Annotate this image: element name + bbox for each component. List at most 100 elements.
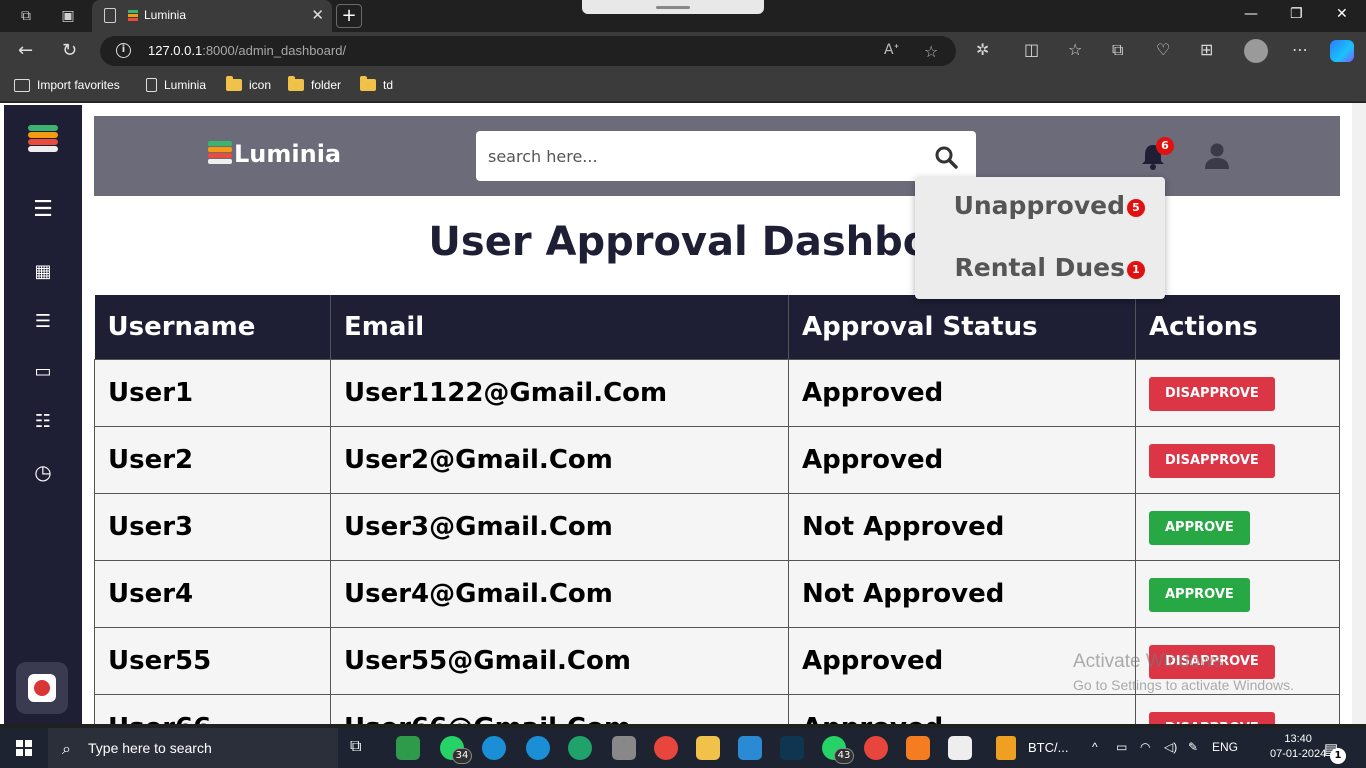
user-profile-icon[interactable] xyxy=(1204,142,1230,170)
restore-icon[interactable]: ❐ xyxy=(1290,6,1303,22)
favorite-import[interactable]: Import favorites xyxy=(14,78,120,92)
new-tab-button[interactable]: + xyxy=(336,4,362,28)
favorite-luminia[interactable]: Luminia xyxy=(146,78,206,92)
brand-name: Luminia xyxy=(234,140,342,168)
url-text: 127.0.0.1:8000/admin_dashboard/ xyxy=(148,43,347,58)
volume-icon[interactable]: ◁) xyxy=(1164,740,1177,754)
cell-email: User55@Gmail.Com xyxy=(330,626,789,695)
dropdown-item-unapproved[interactable]: Unapproved xyxy=(954,191,1125,220)
pen-icon[interactable]: ✎ xyxy=(1188,740,1198,754)
task-view-icon[interactable]: ⧉ xyxy=(350,736,374,760)
scrollbar[interactable] xyxy=(1352,103,1366,724)
book-icon[interactable]: ▭ xyxy=(30,359,56,385)
address-bar[interactable]: i 127.0.0.1:8000/admin_dashboard/ Aᐩ ☆ xyxy=(100,36,956,66)
search-icon[interactable] xyxy=(934,145,958,169)
minimize-icon[interactable]: — xyxy=(1244,6,1258,22)
xampp-icon[interactable] xyxy=(906,736,930,760)
language-indicator[interactable]: ENG xyxy=(1212,740,1238,754)
copilot-icon[interactable] xyxy=(1330,40,1354,62)
collections-icon[interactable]: ⧉ xyxy=(1112,40,1123,60)
terminal-icon[interactable] xyxy=(780,736,804,760)
menu-icon[interactable]: ☰ xyxy=(30,197,56,223)
layers-icon[interactable]: ☰ xyxy=(30,309,56,335)
history-clock-icon[interactable]: ◷ xyxy=(30,459,56,485)
split-screen-icon[interactable]: ◫ xyxy=(1024,40,1039,59)
system-clock[interactable]: 13:40 07-01-2024 xyxy=(1270,732,1326,762)
watermark-line1: Activate Windows xyxy=(1073,651,1223,672)
show-hidden-icons-icon[interactable]: ^ xyxy=(1092,740,1098,754)
column-header-status: Approval Status xyxy=(788,295,1136,359)
browser-tab[interactable]: Luminia ✕ xyxy=(92,0,332,32)
edge-dev-icon[interactable] xyxy=(568,736,592,760)
close-tab-icon[interactable]: ✕ xyxy=(311,6,324,24)
workspaces-icon[interactable]: ⧉ xyxy=(16,6,36,26)
cell-username: User2 xyxy=(94,425,331,494)
site-info-icon[interactable]: i xyxy=(116,43,131,58)
clock-date: 07-01-2024 xyxy=(1270,748,1327,760)
vscode-icon[interactable] xyxy=(738,736,762,760)
cell-username: User1 xyxy=(94,358,331,427)
btc-icon[interactable] xyxy=(996,736,1016,760)
user-list-icon[interactable]: ☷ xyxy=(30,409,56,435)
cell-actions: APPROVE xyxy=(1135,492,1340,561)
disapprove-button[interactable]: DISAPPROVE xyxy=(1149,712,1275,724)
btc-label[interactable]: BTC/... xyxy=(1028,740,1068,755)
dropdown-item-rental-dues[interactable]: Rental Dues xyxy=(955,253,1125,282)
back-icon[interactable]: ← xyxy=(18,40,33,62)
luminia-favicon xyxy=(128,10,138,22)
performance-icon[interactable]: ♡ xyxy=(1156,40,1170,59)
network-icon[interactable]: ◠ xyxy=(1140,740,1150,754)
favorite-folder-td[interactable]: td xyxy=(360,76,393,92)
cell-status: Not Approved xyxy=(788,559,1136,628)
profile-avatar[interactable] xyxy=(1244,39,1268,63)
whatsapp2-count: 43 xyxy=(834,748,854,764)
cell-email: User4@Gmail.Com xyxy=(330,559,789,628)
cell-email: User2@Gmail.Com xyxy=(330,425,789,494)
document-icon[interactable] xyxy=(948,736,972,760)
sidebar-logo[interactable] xyxy=(28,125,58,153)
disapprove-button[interactable]: DISAPPROVE xyxy=(1149,377,1275,411)
taskbar-search[interactable]: ⌕ Type here to search xyxy=(48,728,338,768)
disapprove-button[interactable]: DISAPPROVE xyxy=(1149,444,1275,478)
column-header-username: Username xyxy=(94,295,331,359)
window-drag-handle[interactable] xyxy=(582,0,764,14)
watermark-line2: Go to Settings to activate Windows. xyxy=(1073,677,1294,693)
approve-button[interactable]: APPROVE xyxy=(1149,578,1250,612)
dashboard-icon[interactable]: ▦ xyxy=(30,259,56,285)
apps-icon[interactable]: ⊞ xyxy=(1200,40,1213,59)
favorites-icon[interactable]: ☆ xyxy=(1068,40,1082,59)
close-window-icon[interactable]: ✕ xyxy=(1336,6,1348,22)
import-icon xyxy=(14,78,30,92)
battery-icon[interactable]: ▭ xyxy=(1116,740,1127,754)
edge-browser-icon[interactable] xyxy=(526,736,550,760)
cell-username: User55 xyxy=(94,626,331,695)
read-aloud-icon[interactable]: Aᐩ xyxy=(884,42,899,58)
app-shortcut-icon[interactable] xyxy=(16,662,68,714)
favorite-folder-folder[interactable]: folder xyxy=(288,76,341,92)
widgets-icon[interactable] xyxy=(396,736,420,760)
search-input[interactable] xyxy=(488,143,918,169)
brand[interactable]: Luminia xyxy=(208,140,341,168)
clock-time: 13:40 xyxy=(1284,733,1312,745)
favorite-star-icon[interactable]: ☆ xyxy=(924,42,938,61)
cell-status: Approved xyxy=(788,693,1136,724)
column-header-actions: Actions xyxy=(1135,295,1340,359)
whatsapp-count: 34 xyxy=(452,748,472,764)
windows-start-icon[interactable] xyxy=(16,740,32,756)
photos-icon[interactable] xyxy=(612,736,636,760)
file-explorer-icon[interactable] xyxy=(696,736,720,760)
extensions-icon[interactable]: ✲ xyxy=(976,40,989,59)
edge-icon[interactable] xyxy=(482,736,506,760)
cell-status: Approved xyxy=(788,358,1136,427)
search-icon: ⌕ xyxy=(62,739,71,758)
refresh-icon[interactable]: ↻ xyxy=(62,40,77,62)
table-header-row: Username Email Approval Status Actions xyxy=(94,295,1340,359)
tab-actions-icon[interactable]: ▣ xyxy=(58,6,78,26)
browser-tab-bar: ⧉ ▣ Luminia ✕ + — ❐ ✕ xyxy=(0,0,1366,32)
more-options-icon[interactable]: ⋯ xyxy=(1292,40,1308,59)
approve-button[interactable]: APPROVE xyxy=(1149,511,1250,545)
favorite-folder-icon[interactable]: icon xyxy=(226,76,271,92)
chrome-second-icon[interactable] xyxy=(864,736,888,760)
table-row: User2 User2@Gmail.Com Approved DISAPPROV… xyxy=(94,425,1340,494)
chrome-icon[interactable] xyxy=(654,736,678,760)
